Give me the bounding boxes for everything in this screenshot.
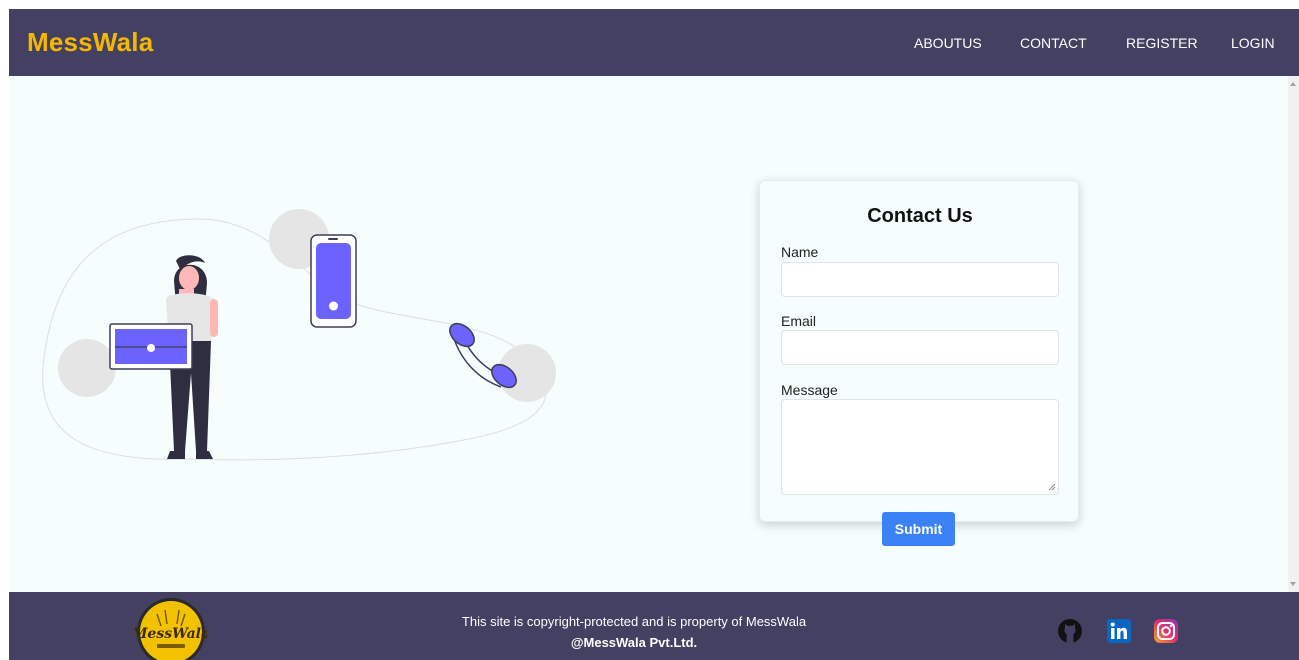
nav-link-register[interactable]: REGISTER <box>1126 35 1198 51</box>
vertical-scrollbar[interactable] <box>1288 76 1299 592</box>
email-input[interactable] <box>781 330 1059 365</box>
woman-with-laptop-icon <box>109 255 218 459</box>
contact-illustration <box>42 209 556 461</box>
navbar: MessWala ABOUTUS CONTACT REGISTER LOGIN <box>9 9 1299 76</box>
footer: MessWala This site is copyright-protecte… <box>9 592 1299 660</box>
message-textarea[interactable] <box>781 399 1059 495</box>
phone-icon <box>310 234 357 328</box>
form-title: Contact Us <box>867 205 973 227</box>
scroll-up-icon[interactable] <box>1290 82 1296 86</box>
message-label: Message <box>781 382 838 398</box>
email-label: Email <box>781 313 817 329</box>
nav-link-login[interactable]: LOGIN <box>1231 35 1275 51</box>
nav-link-contact[interactable]: CONTACT <box>1020 35 1087 51</box>
page: MessWala ABOUTUS CONTACT REGISTER LOGIN <box>9 9 1299 660</box>
scroll-down-icon[interactable] <box>1290 582 1296 586</box>
github-icon[interactable] <box>1057 618 1083 644</box>
linkedin-icon[interactable] <box>1106 618 1132 644</box>
contact-form-card: Contact Us Name Email Message <box>759 180 1079 522</box>
nav-link-aboutus[interactable]: ABOUTUS <box>914 35 982 51</box>
name-label: Name <box>781 244 819 260</box>
submit-button[interactable]: Submit <box>882 512 955 546</box>
instagram-icon[interactable] <box>1153 618 1179 644</box>
resize-grip-icon[interactable] <box>1048 483 1056 491</box>
name-input[interactable] <box>781 262 1059 297</box>
brand-logo[interactable]: MessWala <box>27 27 153 58</box>
